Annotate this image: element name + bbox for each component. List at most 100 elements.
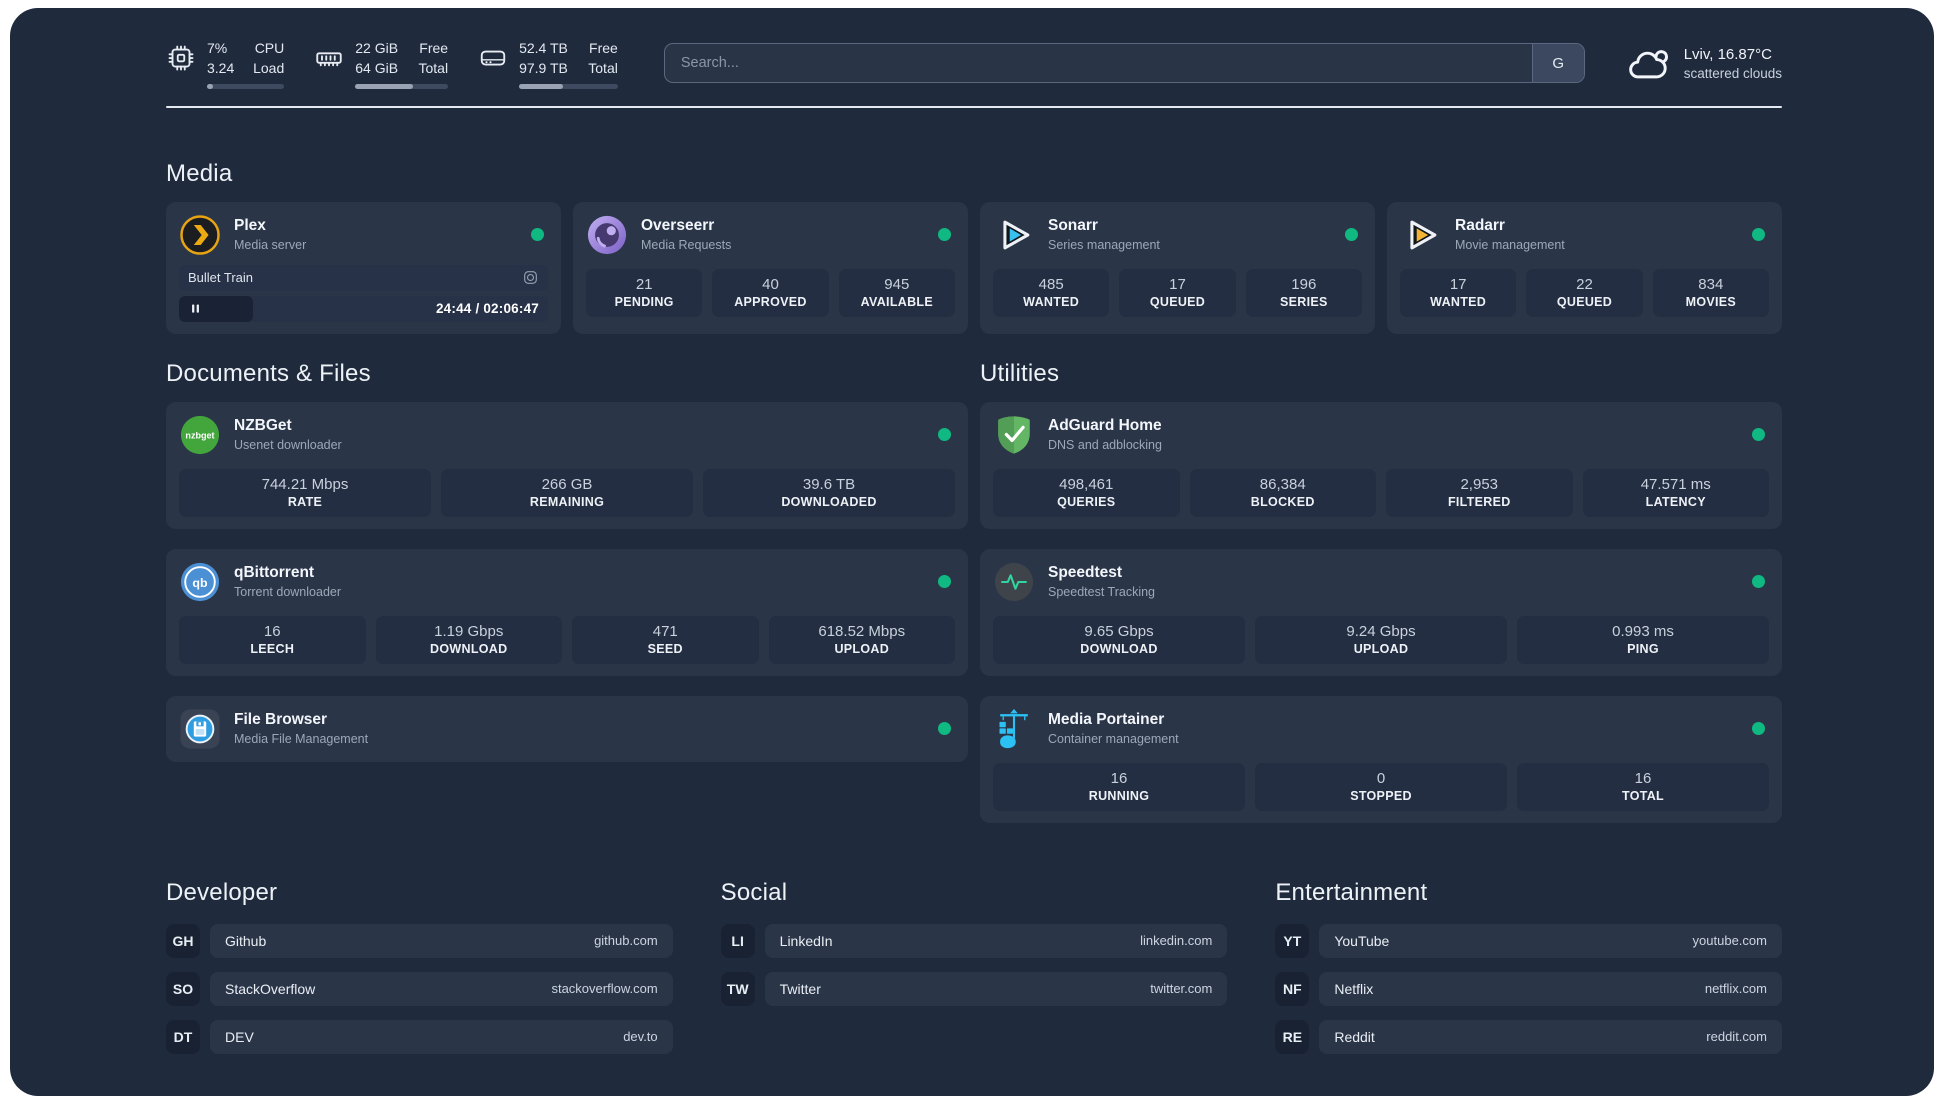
- bookmark-link[interactable]: SO StackOverflow stackoverflow.com: [166, 971, 673, 1006]
- status-dot-online: [1752, 575, 1765, 589]
- bookmark-link[interactable]: TW Twitter twitter.com: [720, 971, 1228, 1006]
- stat-box: 16 RUNNING: [993, 762, 1245, 811]
- weather-condition: scattered clouds: [1683, 65, 1782, 81]
- bookmark-main[interactable]: StackOverflow stackoverflow.com: [210, 971, 673, 1006]
- app-description: Media server: [234, 238, 307, 253]
- app-card[interactable]: Speedtest Speedtest Tracking 9.65 Gbps D…: [980, 548, 1782, 676]
- bookmark-abbr[interactable]: SO: [166, 971, 200, 1006]
- portainer-icon: [993, 708, 1035, 750]
- stat-label: PING: [1627, 641, 1659, 656]
- bookmark-main[interactable]: Netflix netflix.com: [1319, 971, 1782, 1006]
- bookmark-url: reddit.com: [1706, 1029, 1767, 1045]
- app-card[interactable]: AdGuard Home DNS and adblocking 498,461 …: [980, 401, 1782, 529]
- section-title-documents: Documents & Files: [166, 359, 371, 387]
- bookmark-name: Netflix: [1334, 980, 1374, 997]
- stat-label: BLOCKED: [1250, 494, 1315, 509]
- app-name: Speedtest: [1048, 564, 1123, 582]
- bookmark-link[interactable]: LI LinkedIn linkedin.com: [720, 923, 1228, 958]
- bookmark-link[interactable]: DT DEV dev.to: [166, 1019, 673, 1054]
- stat-box: 945 AVAILABLE: [838, 268, 955, 317]
- bookmark-abbr[interactable]: TW: [720, 971, 755, 1006]
- app-card[interactable]: Overseerr Media Requests 21 PENDING 40 A…: [573, 201, 968, 334]
- bookmark-main[interactable]: Twitter twitter.com: [764, 971, 1228, 1006]
- bookmark-abbr[interactable]: RE: [1275, 1019, 1310, 1054]
- weather-location-temp: Lviv, 16.87°C: [1683, 45, 1772, 63]
- app-card[interactable]: Plex Media server Bullet Train 24:44 / 0…: [166, 201, 561, 334]
- stat-label: DOWNLOAD: [1080, 641, 1158, 656]
- bookmark-main[interactable]: Reddit reddit.com: [1319, 1019, 1782, 1054]
- app-card[interactable]: Sonarr Series management 485 WANTED 17 Q…: [980, 201, 1375, 334]
- search-input[interactable]: [664, 44, 1532, 83]
- playback-progress-bar[interactable]: 24:44 / 02:06:47: [179, 295, 548, 322]
- system-stats: 7% 3.24 CPU Load 22 GiB 64 GiB Free Tota…: [166, 38, 618, 89]
- app-card[interactable]: qb qBittorrent Torrent downloader 16 LEE…: [166, 548, 968, 676]
- bookmark-abbr[interactable]: GH: [166, 923, 200, 958]
- stat-box: 16 LEECH: [179, 615, 366, 664]
- bookmark-url: netflix.com: [1704, 981, 1767, 997]
- stat-box: 744.21 Mbps RATE: [179, 468, 431, 517]
- bookmark-abbr[interactable]: YT: [1275, 923, 1310, 958]
- app-titles: Sonarr Series management: [1048, 217, 1332, 252]
- stat-value-primary: 22 GiB: [355, 40, 399, 56]
- bookmark-group-title: Developer: [166, 878, 278, 906]
- bookmark-abbr[interactable]: NF: [1275, 971, 1310, 1006]
- stop-circle-icon[interactable]: [522, 269, 539, 286]
- bookmark-name: DEV: [225, 1028, 254, 1045]
- pause-icon[interactable]: [188, 301, 203, 316]
- media-cards-grid: Plex Media server Bullet Train 24:44 / 0…: [166, 201, 1782, 334]
- stat-label: APPROVED: [734, 294, 807, 309]
- bookmark-group-title: Social: [720, 878, 788, 906]
- section-title-media: Media: [166, 159, 233, 187]
- bookmark-abbr[interactable]: DT: [166, 1019, 200, 1054]
- bookmark-url: twitter.com: [1150, 981, 1213, 997]
- bookmark-link[interactable]: YT YouTube youtube.com: [1275, 923, 1782, 958]
- bookmark-group: Social LI LinkedIn linkedin.com TW Twitt…: [720, 878, 1228, 1068]
- app-titles: qBittorrent Torrent downloader: [234, 564, 925, 599]
- status-dot-online: [1752, 228, 1765, 242]
- bookmark-name: YouTube: [1334, 932, 1390, 949]
- search-bar[interactable]: G: [663, 43, 1585, 84]
- search-engine-button[interactable]: G: [1531, 44, 1584, 83]
- stat-label: UPLOAD: [1353, 641, 1409, 656]
- app-description: Container management: [1048, 732, 1179, 747]
- app-card[interactable]: Media Portainer Container management 16 …: [980, 695, 1782, 823]
- app-card[interactable]: Radarr Movie management 17 WANTED 22 QUE…: [1387, 201, 1782, 334]
- app-card[interactable]: File Browser Media File Management: [166, 695, 968, 762]
- stat-box: 1.19 Gbps DOWNLOAD: [375, 615, 562, 664]
- stat-label: QUEUED: [1556, 294, 1613, 309]
- bookmark-main[interactable]: LinkedIn linkedin.com: [764, 923, 1228, 958]
- stat-box: 834 MOVIES: [1652, 268, 1769, 317]
- stat-value: 0.993 ms: [1612, 622, 1674, 640]
- bookmark-main[interactable]: DEV dev.to: [210, 1019, 673, 1054]
- usage-progress-bar: [519, 83, 618, 89]
- plex-icon: [179, 214, 221, 256]
- stats-row: 16 RUNNING 0 STOPPED 16 TOTAL: [993, 762, 1769, 811]
- app-name: Plex: [234, 217, 266, 235]
- bookmark-link[interactable]: GH Github github.com: [166, 923, 673, 958]
- stat-label: TOTAL: [1621, 788, 1664, 803]
- bookmark-abbr[interactable]: LI: [720, 923, 755, 958]
- app-card[interactable]: nzbget NZBGet Usenet downloader 744.21 M…: [166, 401, 968, 529]
- app-card-header: Plex Media server: [179, 214, 548, 256]
- status-dot-online: [938, 428, 951, 442]
- bookmark-main[interactable]: YouTube youtube.com: [1319, 923, 1782, 958]
- app-name: Sonarr: [1048, 217, 1098, 235]
- stat-label: SERIES: [1279, 294, 1328, 309]
- stat-value: 498,461: [1059, 475, 1114, 493]
- bookmark-main[interactable]: Github github.com: [210, 923, 673, 958]
- stat-box: 39.6 TB DOWNLOADED: [703, 468, 955, 517]
- stat-label: MOVIES: [1685, 294, 1737, 309]
- stat-label: RATE: [287, 494, 323, 509]
- stats-row: 744.21 Mbps RATE 266 GB REMAINING 39.6 T…: [179, 468, 955, 517]
- stat-label-secondary: Total: [588, 60, 618, 77]
- stat-box: 0.993 ms PING: [1517, 615, 1769, 664]
- two-column-area: Documents & Files nzbget NZBGet Usenet d…: [166, 360, 1782, 823]
- bookmark-link[interactable]: NF Netflix netflix.com: [1275, 971, 1782, 1006]
- bookmark-list: GH Github github.com SO StackOverflow st…: [166, 923, 673, 1054]
- section-media: Media Plex Media server Bullet Train 24:…: [166, 160, 1782, 334]
- stat-value: 16: [1634, 769, 1652, 787]
- bookmark-link[interactable]: RE Reddit reddit.com: [1275, 1019, 1782, 1054]
- weather-widget: Lviv, 16.87°C scattered clouds: [1627, 45, 1782, 81]
- bookmark-group: Entertainment YT YouTube youtube.com NF …: [1275, 879, 1782, 1068]
- usage-progress-fill: [519, 83, 563, 89]
